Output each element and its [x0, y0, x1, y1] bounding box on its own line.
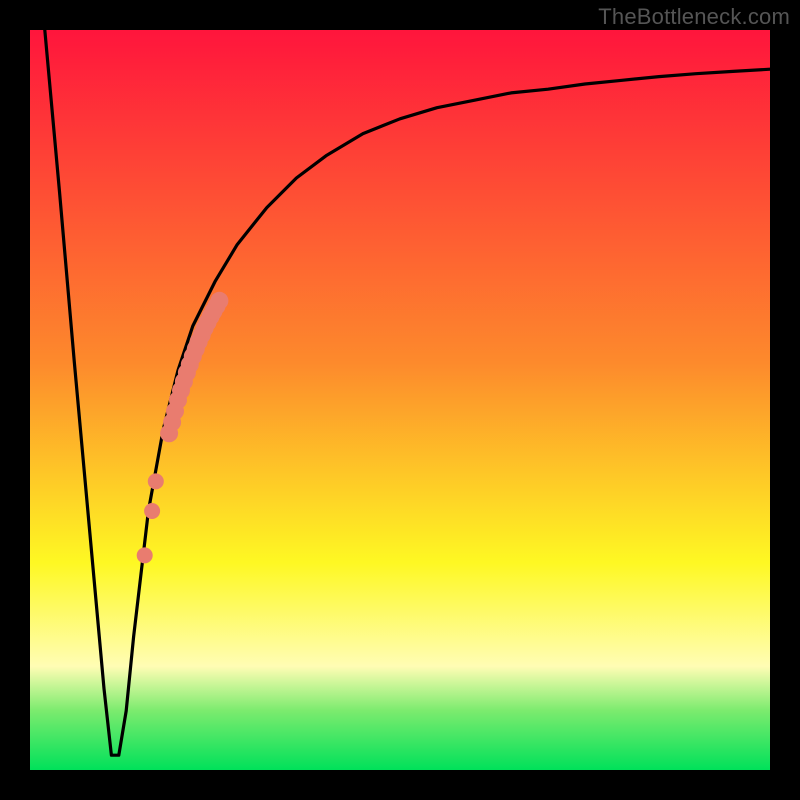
attribution-text: TheBottleneck.com — [598, 4, 790, 30]
data-marker — [210, 292, 228, 310]
data-marker — [148, 473, 164, 489]
chart-frame: TheBottleneck.com — [0, 0, 800, 800]
plot-area — [30, 30, 770, 770]
data-marker — [144, 503, 160, 519]
data-marker — [137, 547, 153, 563]
bottleneck-chart — [0, 0, 800, 800]
